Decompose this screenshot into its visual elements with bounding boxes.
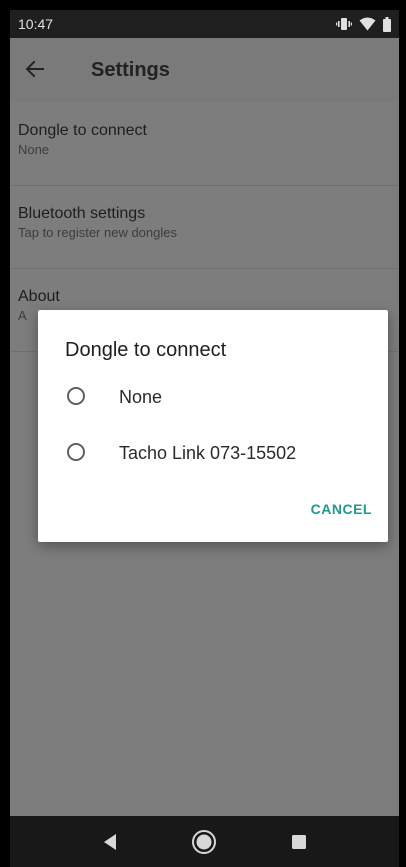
dialog-title: Dongle to connect [65, 339, 227, 361]
page-title: Settings [91, 59, 170, 81]
back-triangle-icon[interactable] [94, 826, 126, 858]
option-label: Tacho Link 073-15502 [119, 443, 297, 463]
dongle-select-dialog: Dongle to connect None Tacho Link 073-15… [38, 310, 388, 542]
setting-title: About [18, 288, 60, 305]
dialog-option-tacho-link[interactable]: Tacho Link 073-15502 [38, 430, 388, 478]
radio-button[interactable] [67, 387, 85, 405]
settings-screen: 10:47 Settings Dongle to connect None Bl… [10, 10, 399, 867]
setting-bluetooth-settings[interactable]: Bluetooth settings Tap to register new d… [10, 185, 399, 269]
status-icons [336, 16, 391, 32]
setting-summary: None [18, 142, 50, 157]
battery-icon [383, 16, 391, 32]
vibrate-icon [336, 18, 352, 30]
radio-button[interactable] [67, 443, 85, 461]
dialog-option-none[interactable]: None [38, 374, 388, 422]
status-bar: 10:47 [10, 10, 399, 38]
arrow-left-icon[interactable] [22, 56, 48, 82]
setting-summary: Tap to register new dongles [18, 225, 177, 240]
recents-square-icon[interactable] [283, 826, 315, 858]
system-nav-bar [10, 816, 399, 867]
setting-summary: A [18, 308, 27, 323]
home-circle-icon[interactable] [188, 826, 220, 858]
option-label: None [119, 387, 163, 407]
app-bar: Settings [10, 38, 399, 102]
status-time: 10:47 [18, 16, 54, 32]
setting-title: Bluetooth settings [18, 205, 146, 222]
wifi-icon [359, 17, 376, 31]
setting-dongle-to-connect[interactable]: Dongle to connect None [10, 102, 399, 186]
cancel-button[interactable]: CANCEL [311, 500, 372, 518]
setting-title: Dongle to connect [18, 122, 147, 139]
